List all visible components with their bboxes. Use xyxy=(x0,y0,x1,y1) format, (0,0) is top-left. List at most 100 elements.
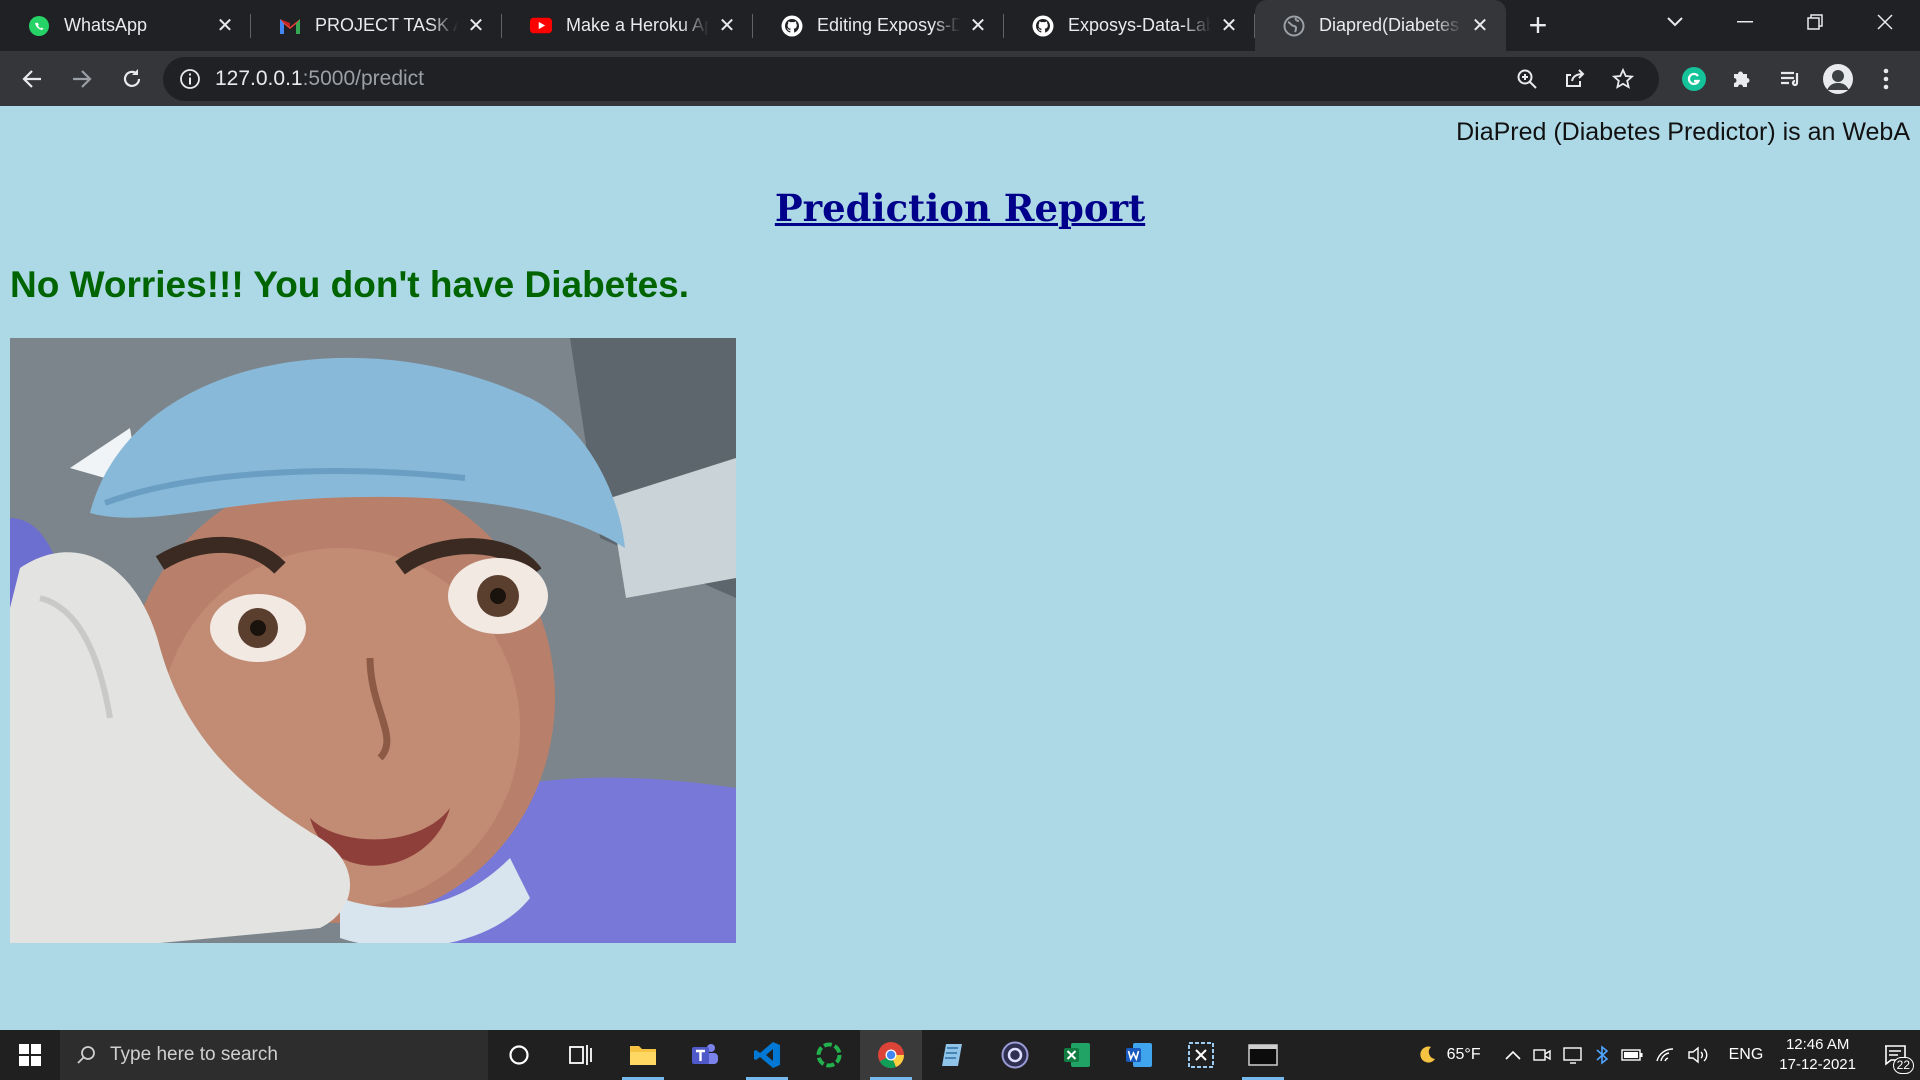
file-explorer-button[interactable] xyxy=(612,1030,674,1080)
reload-button[interactable] xyxy=(108,55,156,103)
arrow-right-icon xyxy=(73,69,92,88)
notifications-button[interactable]: 22 xyxy=(1870,1030,1920,1080)
search-placeholder: Type here to search xyxy=(110,1044,278,1065)
reading-list-button[interactable] xyxy=(1766,55,1814,103)
tab-search-button[interactable] xyxy=(1640,0,1710,44)
youtube-icon xyxy=(530,15,552,37)
wifi-button[interactable] xyxy=(1655,1047,1675,1063)
address-bar[interactable]: 127.0.0.1:5000/predict xyxy=(163,57,1659,101)
teams-icon xyxy=(692,1044,718,1064)
close-icon[interactable]: ✕ xyxy=(715,14,739,38)
close-icon[interactable]: ✕ xyxy=(213,14,237,38)
system-tray: 65°F ENG 12:46 AM 17-12-2021 22 xyxy=(1411,1030,1920,1080)
tab-list: WhatsApp ✕ PROJECT TASK ALLOCATION ✕ Mak… xyxy=(0,0,1506,51)
url-text[interactable]: 127.0.0.1:5000/predict xyxy=(215,67,424,91)
tab-title: WhatsApp xyxy=(64,15,207,36)
volume-button[interactable] xyxy=(1687,1046,1709,1064)
battery-icon xyxy=(1620,1049,1643,1061)
close-icon[interactable]: ✕ xyxy=(1217,14,1241,38)
forward-button[interactable] xyxy=(58,55,106,103)
github-icon xyxy=(781,15,803,37)
battery-button[interactable] xyxy=(1620,1049,1643,1061)
security-button[interactable] xyxy=(1562,1046,1583,1064)
tab-github-repo[interactable]: Exposys-Data-Labs-I ✕ xyxy=(1004,0,1255,51)
weather-widget[interactable]: 65°F xyxy=(1417,1045,1481,1065)
url-host: 127.0.0.1 xyxy=(215,67,303,90)
taskbar-search[interactable]: Type here to search xyxy=(60,1030,488,1080)
moon-icon xyxy=(1419,1046,1435,1063)
close-window-button[interactable] xyxy=(1850,0,1920,44)
clock[interactable]: 12:46 AM 17-12-2021 xyxy=(1779,1035,1856,1075)
loader-app-button[interactable] xyxy=(798,1030,860,1080)
tab-github-editing[interactable]: Editing Exposys-Data ✕ xyxy=(753,0,1004,51)
share-button[interactable] xyxy=(1551,68,1599,90)
snipping-tool-button[interactable] xyxy=(1170,1030,1232,1080)
task-view-button[interactable] xyxy=(550,1030,612,1080)
wifi-icon xyxy=(1655,1048,1673,1062)
grammarly-extension[interactable] xyxy=(1670,55,1718,103)
url-path: :5000/predict xyxy=(302,67,425,90)
close-icon[interactable]: ✕ xyxy=(464,14,488,38)
windows-taskbar: Type here to search 65°F ENG 12:46 AM 17… xyxy=(0,1030,1920,1080)
chrome-button[interactable] xyxy=(860,1030,922,1080)
excel-icon xyxy=(1064,1043,1090,1067)
meet-now-button[interactable] xyxy=(1532,1047,1551,1063)
restore-button[interactable] xyxy=(1780,0,1850,44)
close-icon[interactable]: ✕ xyxy=(1468,14,1492,38)
cortana-button[interactable] xyxy=(488,1030,550,1080)
tab-diapred[interactable]: Diapred(Diabetes Pre ✕ xyxy=(1255,0,1506,51)
close-icon[interactable]: ✕ xyxy=(966,14,990,38)
github-icon xyxy=(1032,15,1054,37)
globe-icon xyxy=(1283,15,1305,37)
tab-whatsapp[interactable]: WhatsApp ✕ xyxy=(0,0,251,51)
teams-button[interactable] xyxy=(674,1030,736,1080)
back-button[interactable] xyxy=(8,55,56,103)
zoom-icon xyxy=(1517,69,1537,89)
tab-title: Exposys-Data-Labs-I xyxy=(1068,15,1211,36)
notes-app-button[interactable] xyxy=(922,1030,984,1080)
zoom-button[interactable] xyxy=(1503,68,1551,90)
folder-icon xyxy=(630,1046,656,1065)
vscode-icon xyxy=(754,1042,780,1068)
chrome-icon xyxy=(878,1042,904,1069)
reload-icon xyxy=(123,68,141,87)
clock-date: 17-12-2021 xyxy=(1779,1056,1856,1073)
bookmark-button[interactable] xyxy=(1599,68,1647,90)
tab-gmail[interactable]: PROJECT TASK ALLOCATION ✕ xyxy=(251,0,502,51)
tab-title: Make a Heroku App xyxy=(566,15,709,36)
puzzle-icon xyxy=(1734,71,1750,87)
vscode-button[interactable] xyxy=(736,1030,798,1080)
tab-title: PROJECT TASK ALLOCATION xyxy=(315,15,458,36)
clock-time: 12:46 AM xyxy=(1785,1036,1850,1053)
obs-icon xyxy=(1001,1041,1029,1069)
extensions-button[interactable] xyxy=(1718,55,1766,103)
language-indicator[interactable]: ENG xyxy=(1729,1046,1764,1064)
task-view-icon xyxy=(569,1045,592,1065)
new-tab-button[interactable]: + xyxy=(1516,0,1560,51)
browser-toolbar: 127.0.0.1:5000/predict xyxy=(0,51,1920,106)
notification-count: 22 xyxy=(1892,1057,1914,1074)
whatsapp-icon xyxy=(28,15,50,37)
chevron-up-icon xyxy=(1505,1050,1521,1060)
weather-temp: 65°F xyxy=(1446,1046,1481,1063)
omnibox-actions xyxy=(1503,57,1647,101)
word-button[interactable] xyxy=(1108,1030,1170,1080)
restore-icon xyxy=(1807,14,1823,30)
start-button[interactable] xyxy=(0,1030,60,1080)
bluetooth-icon xyxy=(1596,1045,1608,1065)
close-icon xyxy=(1877,14,1893,30)
page-title: Prediction Report xyxy=(774,186,1146,230)
menu-button[interactable] xyxy=(1862,55,1910,103)
minimize-button[interactable] xyxy=(1710,0,1780,44)
minimize-icon xyxy=(1737,21,1753,23)
terminal-button[interactable] xyxy=(1232,1030,1294,1080)
gmail-icon xyxy=(279,15,301,37)
excel-button[interactable] xyxy=(1046,1030,1108,1080)
obs-button[interactable] xyxy=(984,1030,1046,1080)
tab-youtube[interactable]: Make a Heroku App ✕ xyxy=(502,0,753,51)
profile-button[interactable] xyxy=(1814,55,1862,103)
doctor-image xyxy=(10,338,736,943)
show-hidden-icons-button[interactable] xyxy=(1505,1050,1521,1060)
windows-icon xyxy=(19,1044,41,1066)
bluetooth-button[interactable] xyxy=(1595,1045,1609,1065)
